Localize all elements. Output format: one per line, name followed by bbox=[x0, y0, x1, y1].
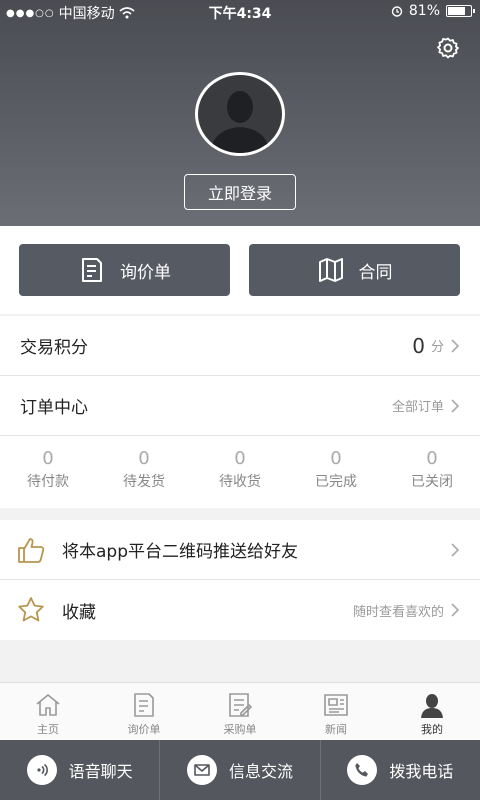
login-button[interactable]: 立即登录 bbox=[184, 174, 296, 210]
order-status-label: 待发货 bbox=[123, 474, 165, 490]
chevron-right-icon bbox=[451, 603, 460, 617]
tab-home[interactable]: 主页 bbox=[0, 683, 96, 740]
order-status-pending-payment[interactable]: 0 待付款 bbox=[0, 436, 96, 508]
order-count: 0 bbox=[330, 448, 342, 469]
battery-icon bbox=[446, 5, 475, 17]
map-contract-icon bbox=[318, 258, 343, 282]
points-title: 交易积分 bbox=[20, 338, 88, 358]
news-icon bbox=[324, 694, 348, 716]
tab-label: 询价单 bbox=[127, 723, 161, 736]
share-qr-row[interactable]: 将本app平台二维码推送给好友 bbox=[0, 520, 480, 580]
favorites-hint: 随时查看喜欢的 bbox=[352, 604, 444, 620]
inquiry-doc-icon bbox=[82, 258, 102, 282]
order-status-pending-shipment[interactable]: 0 待发货 bbox=[96, 436, 192, 508]
voice-chat-button[interactable]: 语音聊天 bbox=[0, 740, 161, 800]
profile-icon bbox=[421, 694, 443, 718]
tab-purchase[interactable]: 采购单 bbox=[192, 683, 288, 740]
order-count: 0 bbox=[234, 448, 246, 469]
message-button[interactable]: 信息交流 bbox=[160, 740, 321, 800]
battery-percent: 81% bbox=[408, 3, 440, 19]
order-count: 0 bbox=[42, 448, 54, 469]
call-label: 拨我电话 bbox=[389, 762, 454, 781]
order-status-label: 已关闭 bbox=[411, 474, 453, 490]
inquiry-icon bbox=[134, 693, 154, 717]
tab-label: 主页 bbox=[37, 723, 59, 736]
purchase-icon bbox=[229, 693, 253, 717]
message-label: 信息交流 bbox=[228, 762, 293, 781]
voice-icon bbox=[37, 763, 48, 777]
status-bar: ●●●○○ 中国移动 下午4:34 81% bbox=[0, 0, 480, 24]
order-status-label: 待付款 bbox=[27, 474, 69, 490]
order-status-strip: 0 待付款 0 待发货 0 待收货 0 已完成 0 已关闭 bbox=[0, 436, 480, 508]
extras-section: 将本app平台二维码推送给好友 收藏 随时查看喜欢的 bbox=[0, 520, 480, 640]
tab-news[interactable]: 新闻 bbox=[288, 683, 384, 740]
home-icon bbox=[36, 694, 60, 716]
inquiry-button-label: 询价单 bbox=[120, 262, 171, 283]
star-icon bbox=[18, 597, 44, 622]
inquiry-button[interactable]: 询价单 bbox=[19, 244, 230, 296]
profile-header: ●●●○○ 中国移动 下午4:34 81% 立即登录 bbox=[0, 0, 480, 226]
voice-chat-label: 语音聊天 bbox=[68, 762, 133, 781]
quick-actions: 询价单 合同 bbox=[0, 226, 480, 314]
share-qr-label: 将本app平台二维码推送给好友 bbox=[62, 542, 298, 562]
tab-inquiry[interactable]: 询价单 bbox=[96, 683, 192, 740]
chevron-right-icon bbox=[451, 542, 460, 557]
points-row[interactable]: 交易积分 0 分 bbox=[0, 316, 480, 376]
order-status-label: 已完成 bbox=[315, 474, 357, 490]
phone-icon bbox=[355, 763, 369, 777]
tab-profile[interactable]: 我的 bbox=[384, 683, 480, 740]
tab-label: 新闻 bbox=[325, 723, 347, 736]
alarm-icon bbox=[391, 6, 403, 17]
thumbs-up-icon bbox=[18, 537, 45, 563]
tab-label: 我的 bbox=[421, 723, 443, 736]
avatar[interactable] bbox=[195, 72, 285, 156]
account-section: 交易积分 0 分 订单中心 全部订单 0 待付款 0 待发货 0 待收货 0 已… bbox=[0, 316, 480, 508]
call-button[interactable]: 拨我电话 bbox=[321, 740, 480, 800]
points-value: 0 bbox=[412, 333, 425, 358]
gear-icon[interactable] bbox=[436, 36, 460, 60]
order-status-completed[interactable]: 0 已完成 bbox=[288, 436, 384, 508]
tab-bar: 主页 询价单 采购单 新闻 我的 bbox=[0, 682, 480, 740]
chevron-right-icon bbox=[451, 398, 460, 413]
order-status-pending-receipt[interactable]: 0 待收货 bbox=[192, 436, 288, 508]
favorites-label: 收藏 bbox=[62, 602, 96, 623]
favorites-row[interactable]: 收藏 随时查看喜欢的 bbox=[0, 580, 480, 640]
mail-icon bbox=[194, 764, 210, 776]
order-center-row[interactable]: 订单中心 全部订单 bbox=[0, 376, 480, 436]
order-status-closed[interactable]: 0 已关闭 bbox=[384, 436, 480, 508]
chevron-right-icon bbox=[451, 338, 460, 353]
points-unit: 分 bbox=[430, 340, 444, 355]
order-center-title: 订单中心 bbox=[20, 398, 88, 418]
tab-label: 采购单 bbox=[223, 723, 257, 736]
order-count: 0 bbox=[138, 448, 150, 469]
contract-button[interactable]: 合同 bbox=[249, 244, 460, 296]
order-count: 0 bbox=[426, 448, 438, 469]
order-status-label: 待收货 bbox=[219, 474, 261, 490]
contract-button-label: 合同 bbox=[358, 262, 393, 283]
all-orders-link[interactable]: 全部订单 bbox=[392, 396, 444, 415]
contact-bar: 语音聊天 信息交流 拨我电话 bbox=[0, 740, 480, 800]
user-silhouette-icon bbox=[210, 91, 270, 153]
